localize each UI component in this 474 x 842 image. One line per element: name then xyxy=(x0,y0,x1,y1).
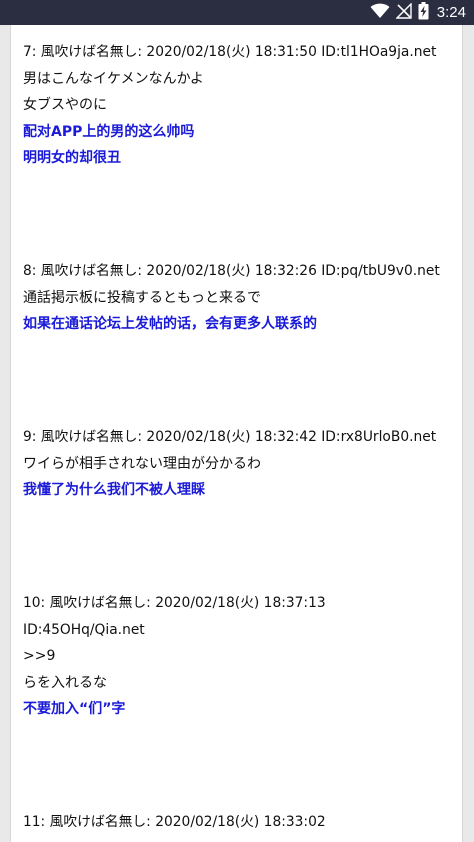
post-header: 8: 風吹けば名無し: 2020/02/18(火) 18:32:26 ID:pq… xyxy=(23,263,440,279)
post-7: 7: 風吹けば名無し: 2020/02/18(火) 18:31:50 ID:tl… xyxy=(23,39,453,172)
translation-text: 我懂了为什么我们不被人理睬 xyxy=(23,482,205,498)
post-9: 9: 風吹けば名無し: 2020/02/18(火) 18:32:42 ID:rx… xyxy=(23,424,453,504)
post-text: 女ブスやのに xyxy=(23,97,107,113)
post-11: 11: 風吹けば名無し: 2020/02/18(火) 18:33:02 xyxy=(23,809,453,836)
post-id: ID:45OHq/Qia.net xyxy=(23,621,145,638)
thread-content: 7: 風吹けば名無し: 2020/02/18(火) 18:31:50 ID:tl… xyxy=(10,25,463,842)
post-text: ワイらが相手されない理由が分かるわ xyxy=(23,455,261,472)
wifi-icon xyxy=(370,3,390,23)
post-header: 7: 風吹けば名無し: 2020/02/18(火) 18:31:50 ID:tl… xyxy=(23,44,437,60)
status-bar: 3:24 xyxy=(0,0,474,25)
status-time: 3:24 xyxy=(436,4,466,21)
post-header: 11: 風吹けば名無し: 2020/02/18(火) 18:33:02 xyxy=(23,814,326,830)
post-text: 男はこんなイケメンなんかよ xyxy=(23,70,204,87)
reply-anchor-link[interactable]: >>9 xyxy=(23,643,453,670)
translation-text: 如果在通话论坛上发帖的话，会有更多人联系的 xyxy=(23,316,317,332)
post-header: 9: 風吹けば名無し: 2020/02/18(火) 18:32:42 ID:rx… xyxy=(23,429,437,445)
post-10: 10: 風吹けば名無し: 2020/02/18(火) 18:37:13 ID:4… xyxy=(23,590,453,723)
translation-text: 不要加入“们”字 xyxy=(23,701,126,717)
battery-charging-icon xyxy=(418,1,429,24)
post-8: 8: 風吹けば名無し: 2020/02/18(火) 18:32:26 ID:pq… xyxy=(23,258,453,338)
post-header: 10: 風吹けば名無し: 2020/02/18(火) 18:37:13 xyxy=(23,595,326,611)
translation-text: 明明女的却很丑 xyxy=(23,150,121,166)
post-text: らを入れるな xyxy=(23,674,107,691)
translation-text: 配对APP上的男的这么帅吗 xyxy=(23,123,195,140)
no-signal-icon xyxy=(395,1,412,23)
post-text: 通話掲示板に投稿するともっと来るで xyxy=(23,289,261,306)
status-icons: 3:24 xyxy=(370,0,466,25)
